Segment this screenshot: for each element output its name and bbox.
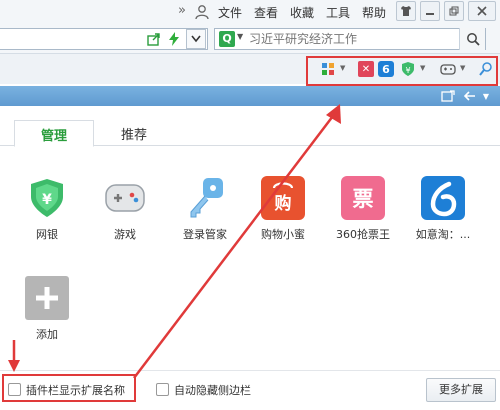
ticket-icon: 票 bbox=[341, 176, 385, 220]
plus-icon bbox=[25, 276, 69, 320]
extension-label: 网银 bbox=[36, 228, 58, 241]
shopping-bag-icon: 购 bbox=[261, 176, 305, 220]
extension-card-games[interactable]: 游戏 bbox=[94, 176, 156, 242]
search-engine-icon[interactable]: Q bbox=[219, 31, 235, 47]
restore-icon[interactable] bbox=[444, 1, 464, 21]
user-icon[interactable] bbox=[194, 4, 210, 20]
svg-text:¥: ¥ bbox=[42, 192, 52, 208]
more-extensions-button[interactable]: 更多扩展 bbox=[426, 378, 496, 402]
dropdown-button[interactable] bbox=[186, 29, 206, 49]
new-window-icon[interactable] bbox=[440, 88, 456, 104]
menu-tools[interactable]: 工具 bbox=[326, 4, 350, 21]
menu-view[interactable]: 查看 bbox=[254, 4, 278, 21]
menu-bar: » 文件 查看 收藏 工具 帮助 bbox=[0, 0, 500, 24]
extension-card-login-manager[interactable]: 登录管家 bbox=[174, 176, 236, 242]
blue-6-icon bbox=[421, 176, 465, 220]
gamepad-icon bbox=[103, 176, 147, 220]
add-extension-button[interactable]: 添加 bbox=[16, 276, 78, 342]
extension-label: 登录管家 bbox=[183, 228, 227, 241]
chevron-down-icon bbox=[191, 35, 201, 43]
extension-label: 360抢票王 bbox=[336, 228, 390, 241]
tab-recommend[interactable]: 推荐 bbox=[104, 120, 164, 146]
search-box[interactable]: Q ▼ bbox=[214, 28, 486, 50]
sidebar-header-band bbox=[0, 86, 500, 106]
tab-manage[interactable]: 管理 bbox=[14, 120, 94, 147]
menu-file[interactable]: 文件 bbox=[218, 4, 242, 21]
extension-label: 游戏 bbox=[114, 228, 136, 241]
svg-text:票: 票 bbox=[353, 187, 374, 211]
extension-card-bank[interactable]: ¥ 网银 bbox=[16, 176, 78, 242]
skin-shirt-icon[interactable] bbox=[396, 1, 416, 21]
caret-down-icon[interactable]: ▼ bbox=[237, 32, 243, 41]
menu-favorites[interactable]: 收藏 bbox=[290, 4, 314, 21]
key-icon bbox=[183, 176, 227, 220]
search-input[interactable] bbox=[249, 31, 449, 47]
search-button[interactable] bbox=[459, 28, 485, 50]
shield-yen-icon: ¥ bbox=[25, 176, 69, 220]
extension-card-ruyitao[interactable]: 如意淘：... bbox=[412, 176, 474, 242]
caret-down-icon[interactable]: ▼ bbox=[478, 88, 494, 104]
toolbar-highlight-box bbox=[306, 56, 498, 86]
lightning-icon[interactable] bbox=[166, 31, 182, 47]
auto-hide-checkbox[interactable] bbox=[156, 383, 169, 396]
minimize-icon[interactable] bbox=[420, 1, 440, 21]
extension-card-shopping[interactable]: 购 购物小蜜 bbox=[252, 176, 314, 242]
svg-text:购: 购 bbox=[275, 193, 292, 214]
share-icon[interactable] bbox=[146, 31, 162, 47]
extension-card-ticket[interactable]: 票 360抢票王 bbox=[332, 176, 394, 242]
close-icon[interactable] bbox=[468, 1, 496, 21]
auto-hide-label: 自动隐藏侧边栏 bbox=[174, 384, 251, 397]
extension-label: 如意淘：... bbox=[415, 228, 471, 241]
checkbox-highlight-box bbox=[2, 374, 136, 402]
menu-help[interactable]: 帮助 bbox=[362, 4, 386, 21]
extension-label: 添加 bbox=[36, 328, 58, 341]
overflow-chevron-icon[interactable]: » bbox=[178, 3, 186, 18]
diagonal-arrow-line bbox=[133, 111, 337, 379]
extension-label: 购物小蜜 bbox=[261, 228, 305, 241]
search-icon bbox=[466, 33, 480, 46]
back-arrow-icon[interactable] bbox=[462, 88, 478, 104]
